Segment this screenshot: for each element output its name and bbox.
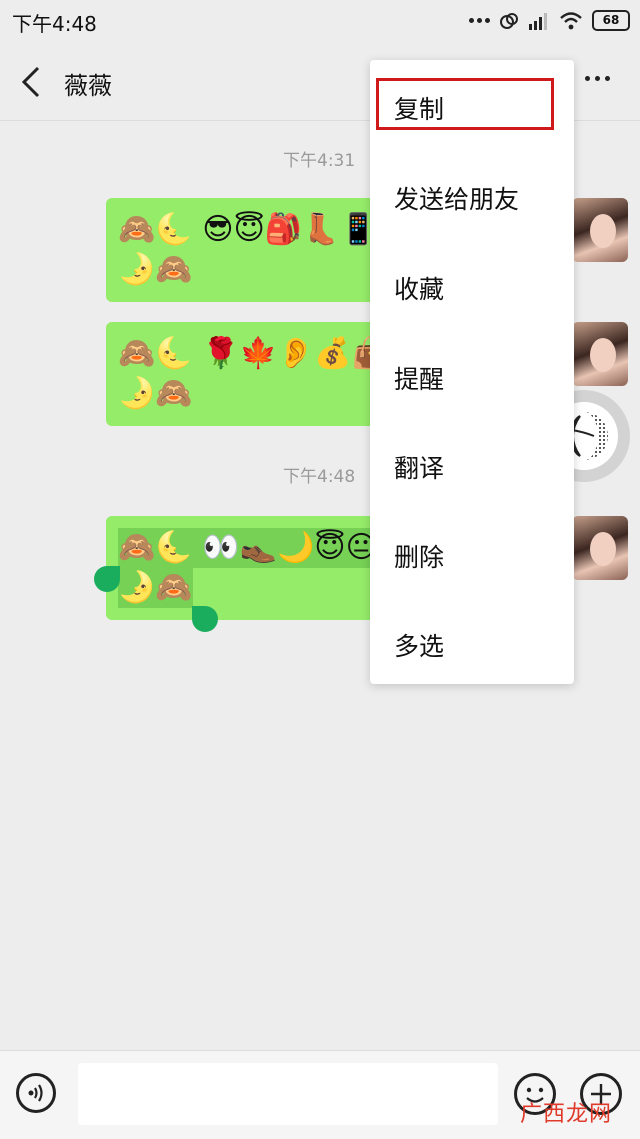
message-bubble[interactable]: 🙈🌜 🌹🍁👂💰👜 🌛🙈: [106, 322, 406, 426]
chat-title: 薇薇: [64, 72, 112, 100]
back-arrow-icon[interactable]: [18, 64, 48, 100]
menu-item-send-to-friend[interactable]: 发送给朋友: [370, 166, 574, 226]
message-bubble[interactable]: 🙈🌜 😎😇🎒👢📱▪️ 🌛🙈: [106, 198, 406, 302]
battery-icon: 68: [592, 10, 630, 31]
menu-item-remind[interactable]: 提醒: [370, 346, 574, 406]
menu-item-copy[interactable]: 复制: [370, 76, 574, 136]
avatar[interactable]: [572, 322, 628, 386]
status-bar: 下午4:48 68: [0, 0, 640, 44]
status-time: 下午4:48: [12, 12, 97, 36]
watermark: 广西龙网: [519, 1102, 612, 1127]
message-line: 🌛🙈: [118, 568, 193, 608]
selection-start-handle[interactable]: [94, 566, 120, 592]
selection-end-handle[interactable]: [192, 606, 218, 632]
menu-item-favorite[interactable]: 收藏: [370, 256, 574, 316]
voice-icon[interactable]: [16, 1073, 56, 1113]
selected-message-bubble[interactable]: 🙈🌜 👀👞🌙😇😐◀️ 🌛🙈: [106, 516, 406, 620]
wifi-icon: [560, 11, 582, 29]
status-icons: 68: [469, 10, 630, 31]
menu-item-translate[interactable]: 翻译: [370, 435, 574, 495]
message-timestamp: 下午4:48: [283, 467, 356, 487]
message-line: 🙈🌜 👀👞🌙😇😐◀️: [118, 528, 406, 568]
avatar[interactable]: [572, 516, 628, 580]
menu-item-delete[interactable]: 删除: [370, 524, 574, 584]
more-icon[interactable]: [585, 76, 610, 81]
message-line: 🙈🌜 😎😇🎒👢📱▪️: [118, 212, 406, 247]
signal-icon: [529, 12, 547, 30]
notification-dots-icon: [469, 18, 490, 23]
message-line: 🌛🙈: [118, 252, 193, 287]
message-timestamp: 下午4:31: [283, 151, 356, 171]
message-line: 🙈🌜 🌹🍁👂💰👜: [118, 336, 390, 371]
message-line: 🌛🙈: [118, 376, 193, 411]
message-input[interactable]: [78, 1063, 498, 1125]
message-context-menu: 复制 发送给朋友 收藏 提醒 翻译 删除 多选: [370, 60, 574, 684]
avatar[interactable]: [572, 198, 628, 262]
menu-item-multi-select[interactable]: 多选: [370, 613, 574, 673]
link-icon: [500, 12, 518, 29]
